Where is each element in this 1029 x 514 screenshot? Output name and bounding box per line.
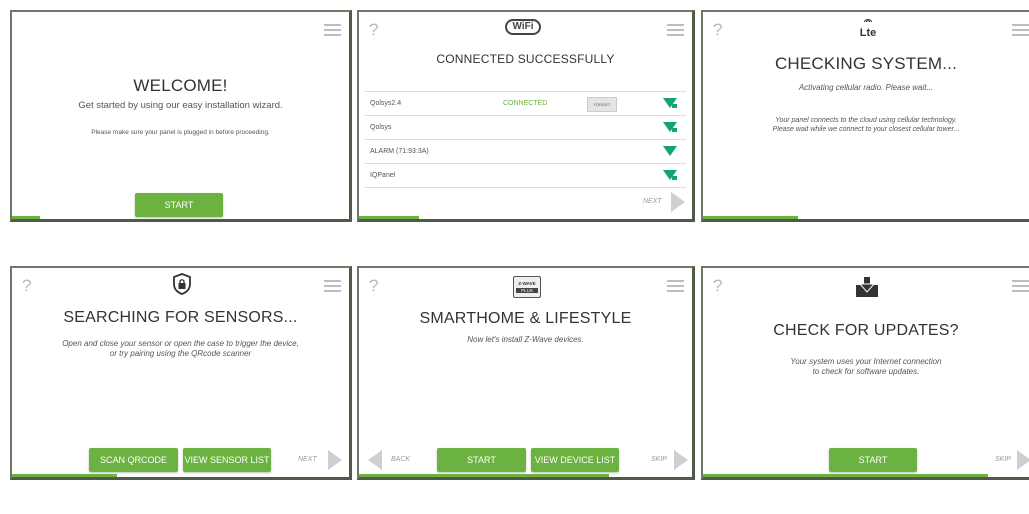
help-icon[interactable]: ? xyxy=(369,276,378,296)
wifi-logo-text: WiFi xyxy=(512,21,534,32)
shield-lock-icon xyxy=(173,273,191,295)
next-label[interactable]: NEXT xyxy=(643,198,662,205)
next-arrow-icon[interactable] xyxy=(328,450,342,470)
smarthome-subtitle: Now let's install Z-Wave devices. xyxy=(467,335,584,344)
forget-button[interactable]: FORGET xyxy=(587,97,617,112)
list-item[interactable]: IQPanel xyxy=(364,164,686,188)
sensor-info-2: or try pairing using the QRcode scanner xyxy=(109,349,252,358)
lte-logo-text: Lte xyxy=(859,27,877,39)
wifi-logo: WiFi xyxy=(505,19,541,35)
lte-info-2: Please wait while we connect to your clo… xyxy=(772,126,960,133)
wifi-lock-icon xyxy=(663,170,677,180)
network-status: CONNECTED xyxy=(503,100,548,107)
start-button[interactable]: START xyxy=(135,193,223,217)
wifi-icon xyxy=(663,146,677,156)
signal-icon xyxy=(863,19,873,23)
menu-icon[interactable] xyxy=(1012,24,1029,39)
lte-logo: Lte xyxy=(856,17,880,41)
list-item[interactable]: ALARM (71:93:3A) xyxy=(364,140,686,164)
menu-icon[interactable] xyxy=(667,280,684,295)
progress-bar xyxy=(12,216,40,219)
progress-bar xyxy=(359,216,419,219)
smarthome-title: SMARTHOME & LIFESTYLE xyxy=(419,310,632,327)
sensor-search-screen: ? SEARCHING FOR SENSORS... Open and clos… xyxy=(10,266,352,480)
menu-icon[interactable] xyxy=(1012,280,1029,295)
help-icon[interactable]: ? xyxy=(713,276,722,296)
updates-screen: ? CHECK FOR UPDATES? Your system uses yo… xyxy=(701,266,1029,480)
menu-icon[interactable] xyxy=(324,280,341,295)
network-name: ALARM (71:93:3A) xyxy=(370,148,429,155)
network-name: Qolsys xyxy=(370,124,392,131)
skip-label[interactable]: SKIP xyxy=(995,456,1011,463)
list-item[interactable]: Qolsys xyxy=(364,116,686,140)
progress-bar xyxy=(703,474,988,477)
download-icon xyxy=(856,277,878,297)
welcome-note: Please make sure your panel is plugged i… xyxy=(91,129,270,136)
menu-icon[interactable] xyxy=(667,24,684,39)
wifi-title: CONNECTED SUCCESSFULLY xyxy=(436,52,615,66)
menu-icon[interactable] xyxy=(324,24,341,39)
wifi-screen: ? WiFi CONNECTED SUCCESSFULLY Qolsys2.4 … xyxy=(357,10,695,222)
view-sensor-list-button[interactable]: VIEW SENSOR LIST xyxy=(183,448,271,472)
wifi-lock-icon xyxy=(663,122,677,132)
back-arrow-icon[interactable] xyxy=(368,450,382,470)
next-label[interactable]: NEXT xyxy=(298,456,317,463)
scan-qrcode-button[interactable]: SCAN QRCODE xyxy=(89,448,178,472)
help-icon[interactable]: ? xyxy=(22,276,31,296)
skip-label[interactable]: SKIP xyxy=(651,456,667,463)
zwave-logo-top: Z-WAVE xyxy=(518,281,536,286)
lte-status: Activating cellular radio. Please wait..… xyxy=(798,83,934,92)
progress-bar xyxy=(359,474,609,477)
wifi-network-list: Qolsys2.4 CONNECTED FORGET Qolsys ALARM … xyxy=(364,91,686,188)
welcome-subtitle: Get started by using our easy installati… xyxy=(78,100,283,111)
updates-title: CHECK FOR UPDATES? xyxy=(773,322,959,339)
start-button[interactable]: START xyxy=(829,448,917,472)
lte-title: CHECKING SYSTEM... xyxy=(774,54,958,73)
zwave-logo-bottom: PLUS xyxy=(516,288,538,293)
zwave-plus-logo: Z-WAVE PLUS xyxy=(513,276,541,298)
welcome-title: WELCOME! xyxy=(133,76,228,95)
skip-arrow-icon[interactable] xyxy=(674,450,688,470)
wifi-lock-icon xyxy=(663,98,677,108)
network-name: Qolsys2.4 xyxy=(370,100,402,107)
sensor-title: SEARCHING FOR SENSORS... xyxy=(63,309,298,326)
network-name: IQPanel xyxy=(370,172,396,179)
back-label[interactable]: BACK xyxy=(391,456,410,463)
next-arrow-icon[interactable] xyxy=(671,192,685,212)
progress-bar xyxy=(703,216,798,219)
list-item[interactable]: Qolsys2.4 CONNECTED FORGET xyxy=(364,92,686,116)
updates-info-2: to check for software updates. xyxy=(812,367,920,376)
skip-arrow-icon[interactable] xyxy=(1017,450,1029,470)
view-device-list-button[interactable]: VIEW DEVICE LIST xyxy=(531,448,619,472)
start-button[interactable]: START xyxy=(437,448,526,472)
welcome-screen: WELCOME! Get started by using our easy i… xyxy=(10,10,352,222)
help-icon[interactable]: ? xyxy=(369,20,378,40)
lte-screen: ? Lte CHECKING SYSTEM... Activating cell… xyxy=(701,10,1029,222)
smarthome-screen: ? Z-WAVE PLUS SMARTHOME & LIFESTYLE Now … xyxy=(357,266,695,480)
help-icon[interactable]: ? xyxy=(713,20,722,40)
progress-bar xyxy=(12,474,117,477)
